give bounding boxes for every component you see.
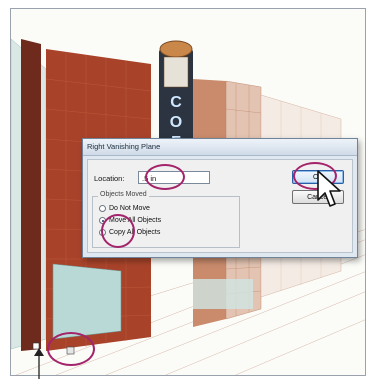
arrow-up-icon [34,348,44,379]
highlight-circle-location [145,164,185,190]
dialog-title: Right Vanishing Plane [83,139,357,156]
radio-do-not-move[interactable]: Do Not Move [99,205,150,212]
location-label: Location: [94,174,125,183]
highlight-circle-radio [101,214,135,248]
group-title: Objects Moved [98,191,149,198]
radio-button-icon [99,205,106,212]
sign-letter: O [170,114,182,131]
radio-label: Do Not Move [109,205,150,212]
highlight-circle-widget [47,332,95,366]
brick-column [21,39,41,351]
coffee-cup-icon [159,40,193,58]
teal-window [52,263,122,340]
sign-letter: C [170,94,182,111]
mouse-pointer-icon [317,170,341,207]
